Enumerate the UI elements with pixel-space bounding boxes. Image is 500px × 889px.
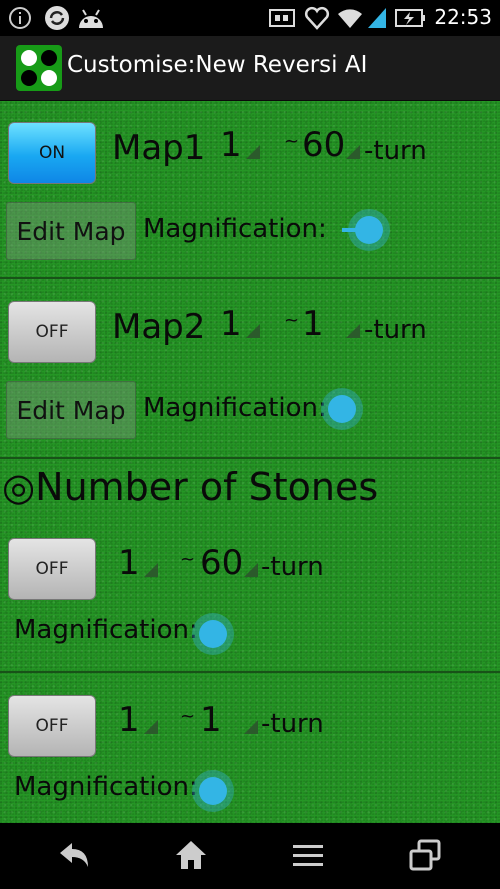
section-heading: ◎Number of Stones: [2, 465, 379, 509]
status-bar: 22:53: [0, 0, 500, 36]
map1-to-spinner[interactable]: 60: [300, 125, 360, 165]
map1-range-tilde: ~: [284, 131, 300, 152]
divider: [0, 277, 500, 279]
wifi-icon: [338, 9, 362, 28]
map1-label: Map1: [112, 128, 206, 168]
app-icon: [16, 45, 62, 91]
stones-row2-range-tilde: ~: [180, 706, 196, 727]
map2-to-spinner[interactable]: 1: [300, 304, 360, 344]
sync-icon: [45, 6, 69, 30]
stones-row2-to-spinner[interactable]: 1: [198, 700, 258, 740]
navigation-bar: [0, 823, 500, 889]
battery-charging-icon: [395, 9, 425, 27]
spinner-corner-icon: [144, 720, 158, 734]
stones-row1-toggle-button[interactable]: OFF: [8, 538, 96, 600]
android-icon: [79, 9, 103, 28]
menu-icon[interactable]: [292, 843, 324, 867]
action-bar: Customise:New Reversi AI: [0, 36, 500, 102]
stones-row1-to-spinner[interactable]: 60: [198, 543, 258, 583]
spinner-corner-icon: [246, 324, 260, 338]
map2-range-tilde: ~: [284, 310, 300, 331]
stones-row2-magnification-slider[interactable]: [199, 777, 227, 805]
back-icon[interactable]: [58, 841, 92, 869]
map2-magnification-label: Magnification:: [143, 393, 327, 423]
spinner-corner-icon: [346, 145, 360, 159]
map2-magnification-slider[interactable]: [328, 395, 356, 423]
map1-edit-map-button[interactable]: Edit Map: [6, 202, 136, 260]
map1-toggle-button[interactable]: ON: [8, 122, 96, 184]
spinner-corner-icon: [346, 324, 360, 338]
heart-icon: [304, 6, 330, 30]
notification-icon: [269, 9, 295, 27]
spinner-corner-icon: [244, 563, 258, 577]
clock: 22:53: [434, 5, 492, 29]
map1-magnification-slider[interactable]: [355, 216, 383, 244]
page-title: Customise:New Reversi AI: [67, 52, 368, 78]
stones-row1-magnification-slider[interactable]: [199, 620, 227, 648]
recent-apps-icon[interactable]: [408, 839, 442, 871]
spinner-corner-icon: [246, 145, 260, 159]
divider: [0, 457, 500, 459]
map1-from-spinner[interactable]: 1: [220, 125, 260, 165]
stones-row2-magnification-label: Magnification:: [14, 772, 198, 802]
map2-edit-map-button[interactable]: Edit Map: [6, 381, 136, 439]
stones-row2-unit-label: -turn: [261, 709, 324, 739]
divider: [0, 671, 500, 673]
signal-icon: [368, 8, 386, 28]
info-icon: [9, 7, 31, 29]
stones-row1-magnification-label: Magnification:: [14, 615, 198, 645]
map2-unit-label: -turn: [364, 315, 427, 345]
stones-row1-from-spinner[interactable]: 1: [118, 543, 158, 583]
stones-row1-range-tilde: ~: [180, 549, 196, 570]
spinner-corner-icon: [244, 720, 258, 734]
map1-magnification-label: Magnification:: [143, 214, 327, 244]
stones-row2-toggle-button[interactable]: OFF: [8, 695, 96, 757]
stones-row1-unit-label: -turn: [261, 552, 324, 582]
map2-label: Map2: [112, 307, 206, 347]
settings-content[interactable]: ON Map1 1 ~ 60 -turn Edit Map Magnificat…: [0, 101, 500, 823]
map2-from-spinner[interactable]: 1: [220, 304, 260, 344]
spinner-corner-icon: [144, 563, 158, 577]
home-icon[interactable]: [174, 839, 208, 871]
map1-unit-label: -turn: [364, 136, 427, 166]
stones-row2-from-spinner[interactable]: 1: [118, 700, 158, 740]
map2-toggle-button[interactable]: OFF: [8, 301, 96, 363]
